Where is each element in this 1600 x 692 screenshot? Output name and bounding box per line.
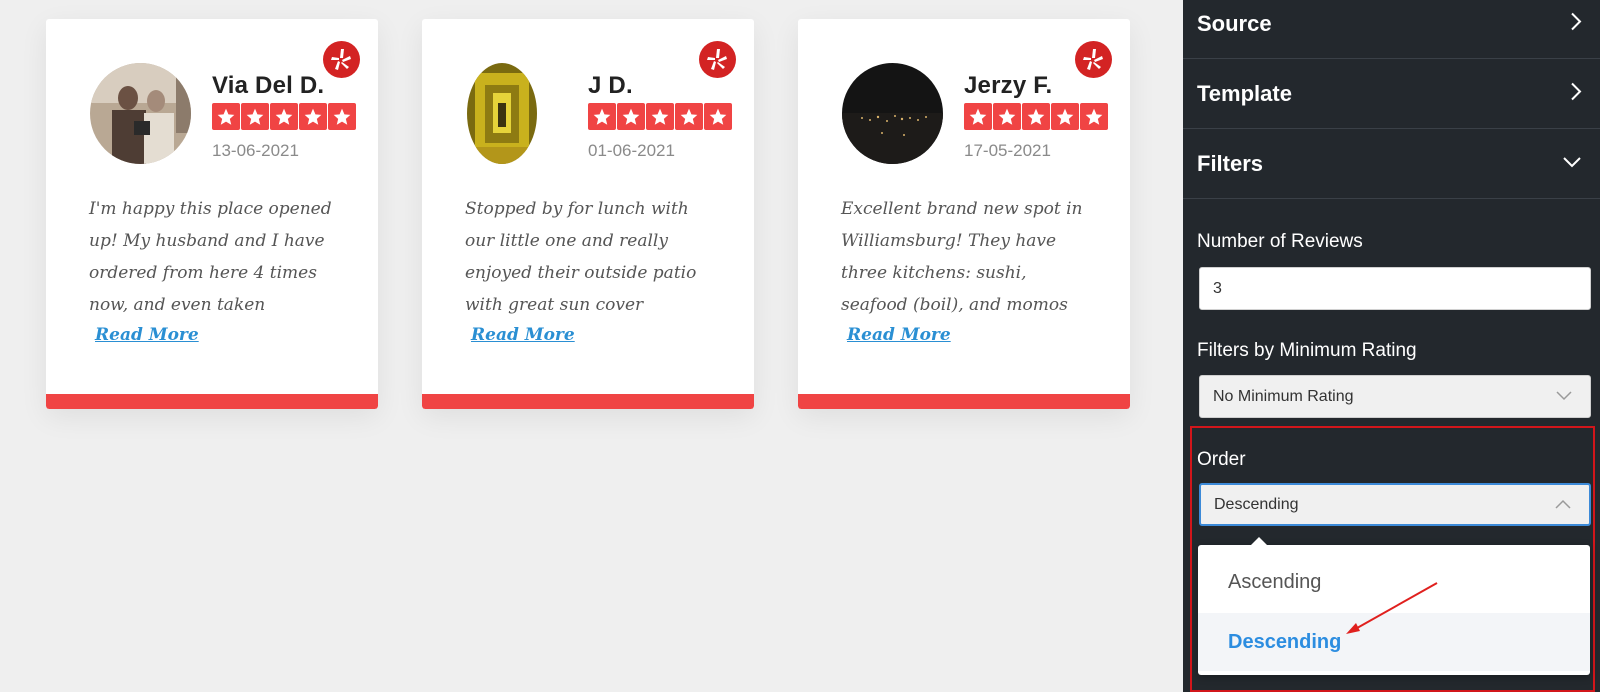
annotation-arrow	[1346, 582, 1438, 634]
card-accent-bar	[798, 394, 1130, 409]
star-icon	[328, 103, 356, 130]
avatar	[90, 63, 191, 164]
star-icon	[299, 103, 327, 130]
reviewer-name: Via Del D.	[212, 72, 325, 99]
section-filters-title: Filters	[1197, 151, 1264, 176]
star-icon	[212, 103, 240, 130]
yelp-icon	[323, 41, 360, 78]
review-card: J D. 01-06-2021 Stopped by for lunch wit…	[422, 19, 754, 409]
min-rating-label: Filters by Minimum Rating	[1197, 340, 1417, 361]
star-rating	[212, 103, 356, 130]
avatar	[842, 63, 943, 164]
star-icon	[617, 103, 645, 130]
star-icon	[241, 103, 269, 130]
read-more-link[interactable]: Read More	[95, 325, 199, 345]
star-icon	[704, 103, 732, 130]
chevron-down-icon	[1556, 388, 1572, 406]
section-template[interactable]: Template	[1183, 60, 1600, 129]
chevron-right-icon	[1570, 12, 1582, 37]
chevron-right-icon	[1570, 82, 1582, 107]
chevron-down-icon	[1562, 155, 1582, 173]
review-text: Stopped by for lunch with our little one…	[465, 199, 697, 315]
review-text: I'm happy this place opened up! My husba…	[89, 199, 332, 315]
reviewer-name: Jerzy F.	[964, 72, 1053, 99]
number-of-reviews-label: Number of Reviews	[1197, 231, 1363, 252]
review-date: 17-05-2021	[964, 141, 1051, 160]
star-icon	[1080, 103, 1108, 130]
dropdown-notch	[1250, 537, 1268, 546]
section-source[interactable]: Source	[1183, 0, 1600, 59]
review-date: 01-06-2021	[588, 141, 675, 160]
section-filters[interactable]: Filters	[1183, 130, 1600, 199]
star-icon	[588, 103, 616, 130]
yelp-icon	[1075, 41, 1112, 78]
star-rating	[964, 103, 1108, 130]
star-icon	[964, 103, 992, 130]
read-more-link[interactable]: Read More	[471, 325, 575, 345]
review-text: Excellent brand new spot in Williamsburg…	[841, 199, 1083, 315]
reviewer-name: J D.	[588, 72, 633, 99]
review-card: Via Del D. 13-06-2021 I'm happy this pla…	[46, 19, 378, 409]
read-more-link[interactable]: Read More	[847, 325, 951, 345]
number-of-reviews-input[interactable]: 3	[1199, 267, 1591, 310]
star-icon	[675, 103, 703, 130]
yelp-icon	[699, 41, 736, 78]
star-icon	[993, 103, 1021, 130]
avatar	[467, 63, 537, 164]
min-rating-select[interactable]: No Minimum Rating	[1199, 375, 1591, 418]
star-icon	[646, 103, 674, 130]
min-rating-value: No Minimum Rating	[1213, 387, 1354, 405]
review-card: Jerzy F. 17-05-2021 Excellent brand new …	[798, 19, 1130, 409]
section-template-title: Template	[1197, 81, 1292, 106]
star-icon	[270, 103, 298, 130]
section-source-title: Source	[1197, 11, 1272, 36]
star-icon	[1022, 103, 1050, 130]
star-rating	[588, 103, 732, 130]
card-accent-bar	[46, 394, 378, 409]
star-icon	[1051, 103, 1079, 130]
review-date: 13-06-2021	[212, 141, 299, 160]
card-accent-bar	[422, 394, 754, 409]
